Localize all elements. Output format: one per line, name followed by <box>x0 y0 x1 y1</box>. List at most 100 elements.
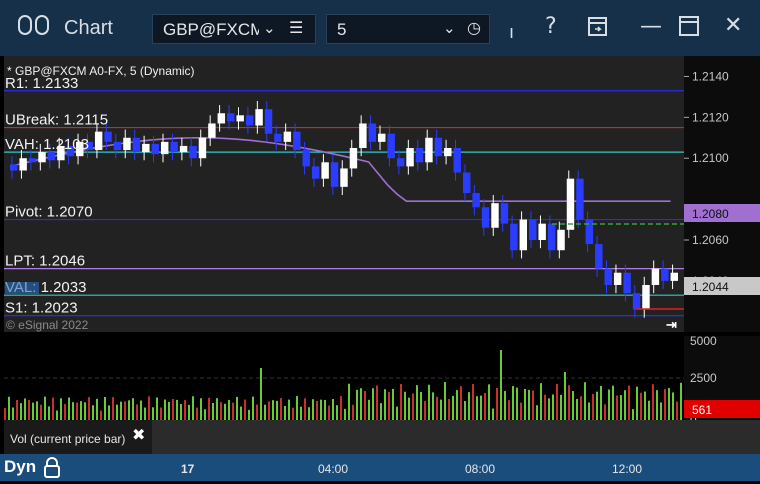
study-tag[interactable]: Vol (current price bar) ✖ <box>4 420 152 454</box>
volume-bar <box>180 404 182 420</box>
volume-bar <box>172 398 174 420</box>
volume-bar <box>536 405 538 420</box>
cursor-icon[interactable]: ı <box>509 22 514 43</box>
volume-bar <box>488 384 490 420</box>
volume-bar <box>260 368 262 420</box>
price-tick-label: 1.2120 <box>692 110 729 124</box>
price-axis[interactable]: 1.21401.21201.21001.20601.2040 1.2080 1.… <box>684 56 760 332</box>
volume-bar <box>512 386 514 420</box>
price-chart-canvas[interactable]: R1: 1.2133UBreak: 1.2115VAH: 1.2103Pivot… <box>4 56 684 332</box>
interval-dropdown-icon[interactable]: ⌄ <box>443 19 456 37</box>
volume-bar <box>608 389 610 420</box>
volume-bar <box>36 401 38 420</box>
volume-bar <box>208 397 210 420</box>
candle-body <box>10 164 18 171</box>
price-chart[interactable]: R1: 1.2133 UBreak: 1.2115 VAH: 1.2103 Pivot… <box>4 56 684 332</box>
volume-bar <box>144 407 146 420</box>
candle-body <box>500 203 509 224</box>
volume-bar <box>332 399 334 420</box>
volume-bar <box>556 383 558 420</box>
volume-bar <box>468 392 470 420</box>
candle-body <box>453 148 461 173</box>
volume-bar <box>340 396 342 420</box>
candle-body <box>491 203 499 228</box>
symbol-input[interactable]: GBP@FXCM <box>163 20 259 40</box>
remove-study-icon[interactable]: ✖ <box>132 425 145 444</box>
volume-bar <box>660 402 662 420</box>
dyn-label[interactable]: Dyn <box>4 457 36 477</box>
volume-bar <box>448 398 450 420</box>
volume-bar <box>204 409 206 420</box>
candle-body <box>151 143 159 155</box>
interval-selector[interactable]: 5 ⌄ ◷ <box>326 14 490 44</box>
volume-bar <box>672 392 674 420</box>
candle-body <box>566 178 575 230</box>
volume-bar <box>336 405 338 420</box>
volume-bar <box>252 396 254 420</box>
volume-chart[interactable] <box>4 336 684 420</box>
lock-icon[interactable] <box>42 457 62 484</box>
symbol-selector[interactable]: GBP@FXCM ⌄ ☰ <box>152 14 316 44</box>
volume-bar <box>16 399 18 420</box>
candle-body <box>227 113 235 122</box>
candle-body <box>123 137 131 151</box>
volume-bar <box>48 406 50 420</box>
volume-bar <box>588 402 590 420</box>
time-axis[interactable]: Dyn 17 04:00 08:00 12:00 <box>0 454 760 481</box>
vol-badge: 561 <box>692 403 712 417</box>
volume-bar <box>312 399 314 420</box>
volume-bar <box>628 385 630 420</box>
candle-body <box>189 145 197 159</box>
close-icon[interactable]: ✕ <box>724 13 742 38</box>
volume-bar <box>652 384 654 420</box>
save-icon[interactable] <box>586 15 610 45</box>
interval-input[interactable]: 5 <box>337 20 346 40</box>
candle-body <box>142 143 150 153</box>
volume-bar <box>644 391 646 420</box>
volume-bar <box>456 390 458 420</box>
candle-body <box>94 131 103 151</box>
volume-bar <box>664 389 666 420</box>
volume-bar <box>296 396 298 420</box>
volume-bar <box>580 396 582 420</box>
volume-bar <box>436 396 438 420</box>
volume-bar <box>360 388 362 420</box>
candle-body <box>245 115 254 126</box>
volume-bar <box>596 391 598 420</box>
volume-bar <box>504 391 506 420</box>
candle-body <box>378 133 386 142</box>
volume-bar <box>220 402 222 420</box>
candle-body <box>283 131 292 142</box>
volume-bar <box>148 396 150 420</box>
volume-bar <box>388 392 390 420</box>
price-tick-label: 1.2100 <box>692 151 729 165</box>
candle-body <box>330 162 339 187</box>
candle-body <box>604 268 612 285</box>
time-label-0400: 04:00 <box>318 462 349 476</box>
clock-icon[interactable]: ◷ <box>467 18 481 37</box>
volume-bar <box>640 392 642 420</box>
maximize-icon[interactable] <box>678 15 700 43</box>
volume-bar <box>284 405 286 420</box>
candle-body <box>311 166 320 179</box>
volume-bar <box>428 384 430 420</box>
scroll-to-end-icon[interactable]: ⇥ <box>666 317 677 332</box>
candle-body <box>538 223 546 240</box>
symbol-dropdown-icon[interactable]: ⌄ <box>263 19 276 37</box>
volume-bar <box>508 400 510 420</box>
minimize-icon[interactable]: — <box>640 14 662 39</box>
volume-bar <box>192 396 194 420</box>
help-icon[interactable]: ? <box>545 14 557 39</box>
study-label: Vol (current price bar) <box>10 432 126 446</box>
vol-tick: 5000 <box>690 336 717 348</box>
volume-bar <box>372 388 374 420</box>
volume-bar <box>320 399 322 420</box>
layout-icon[interactable] <box>18 14 50 42</box>
volume-bar <box>308 407 310 420</box>
last-price-badge: 1.2044 <box>692 280 729 294</box>
volume-bar <box>592 393 594 420</box>
volume-bar <box>324 399 326 420</box>
menu-icon[interactable]: ☰ <box>289 18 303 37</box>
candle-body <box>293 131 301 151</box>
volume-bar <box>612 385 614 420</box>
